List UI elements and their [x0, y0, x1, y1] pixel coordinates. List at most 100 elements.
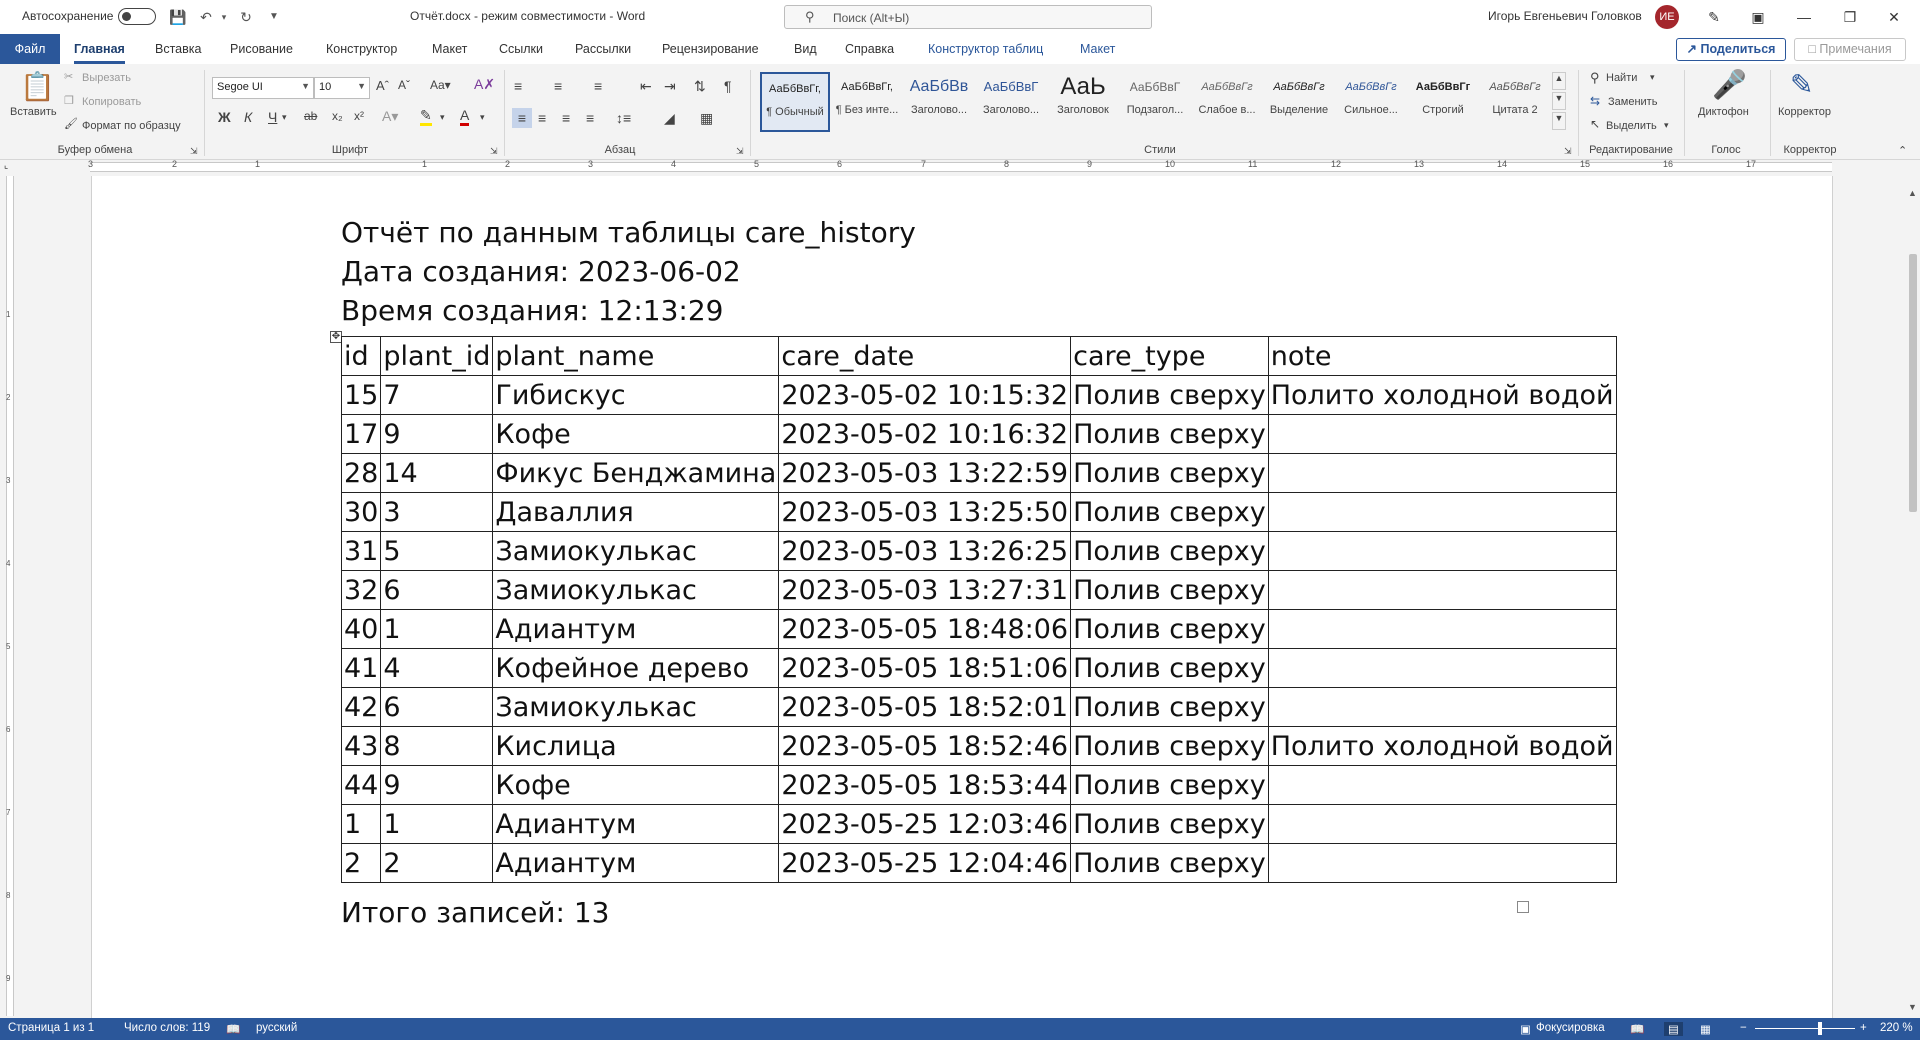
cell-plant-id[interactable]: 9 — [380, 414, 494, 454]
cell-plant-name[interactable]: Замиокулькас — [492, 570, 780, 610]
bold-button[interactable]: Ж — [218, 109, 231, 125]
cell-note[interactable] — [1267, 687, 1617, 727]
close-icon[interactable]: ✕ — [1880, 4, 1908, 30]
cell-plant-name[interactable]: Кофейное дерево — [492, 648, 780, 688]
cell-care-date[interactable]: 2023-05-02 10:15:32 — [778, 375, 1072, 415]
cell-care-type[interactable]: Полив сверху — [1070, 726, 1269, 766]
autosave-toggle[interactable] — [118, 8, 156, 25]
header-plant-id[interactable]: plant_id — [380, 336, 494, 376]
cell-plant-name[interactable]: Фикус Бенджамина — [492, 453, 780, 493]
cell-note[interactable] — [1267, 648, 1617, 688]
cell-plant-name[interactable]: Адиантум — [492, 804, 780, 844]
cell-care-type[interactable]: Полив сверху — [1070, 687, 1269, 727]
cell-plant-name[interactable]: Кислица — [492, 726, 780, 766]
cell-plant-id[interactable]: 7 — [380, 375, 494, 415]
shrink-font-icon[interactable]: Aˇ — [398, 78, 410, 92]
find-dropdown-icon[interactable]: ▾ — [1650, 72, 1655, 83]
tab-references[interactable]: Ссылки — [499, 42, 543, 56]
undo-icon[interactable]: ↶ — [196, 7, 216, 27]
report-total[interactable]: Итого записей: 13 — [341, 896, 609, 929]
tab-review[interactable]: Рецензирование — [662, 42, 759, 56]
cell-id[interactable]: 40 — [340, 609, 382, 649]
tab-home[interactable]: Главная — [74, 42, 125, 64]
cell-plant-id[interactable]: 6 — [380, 687, 494, 727]
cell-care-date[interactable]: 2023-05-02 10:16:32 — [778, 414, 1072, 454]
cell-plant-id[interactable]: 8 — [380, 726, 494, 766]
word-count[interactable]: Число слов: 119 — [124, 1022, 210, 1034]
cell-care-date[interactable]: 2023-05-03 13:22:59 — [778, 453, 1072, 493]
cell-care-date[interactable]: 2023-05-05 18:51:06 — [778, 648, 1072, 688]
text-effects-icon[interactable]: A▾ — [382, 108, 398, 125]
align-right-icon[interactable]: ≡ — [562, 110, 570, 126]
paragraph-launcher-icon[interactable]: ⇲ — [736, 146, 744, 157]
grow-font-icon[interactable]: Aˆ — [376, 78, 389, 93]
style-normal[interactable]: АаБбВвГг, ¶ Обычный — [760, 72, 830, 132]
cell-id[interactable]: 15 — [340, 375, 382, 415]
cell-note[interactable] — [1267, 531, 1617, 571]
underline-dropdown-icon[interactable]: ▾ — [282, 112, 287, 123]
share-button[interactable]: ↗ Поделиться — [1676, 38, 1786, 61]
justify-icon[interactable]: ≡ — [586, 110, 594, 126]
styles-launcher-icon[interactable]: ⇲ — [1564, 146, 1572, 157]
report-time[interactable]: Время создания: 12:13:29 — [341, 294, 723, 327]
cell-care-type[interactable]: Полив сверху — [1070, 765, 1269, 805]
report-title[interactable]: Отчёт по данным таблицы care_history — [341, 216, 916, 249]
cell-id[interactable]: 31 — [340, 531, 382, 571]
header-note[interactable]: note — [1267, 336, 1617, 376]
cell-note[interactable] — [1267, 570, 1617, 610]
restore-icon[interactable]: ❐ — [1836, 4, 1864, 30]
sort-icon[interactable]: ⇅ — [694, 78, 706, 95]
cell-care-type[interactable]: Полив сверху — [1070, 375, 1269, 415]
style-quote-2[interactable]: АаБбВвГг Цитата 2 — [1480, 72, 1550, 132]
scrollbar-thumb[interactable] — [1909, 254, 1917, 512]
avatar[interactable]: ИЕ — [1655, 5, 1679, 29]
style-intense-emphasis[interactable]: АаБбВвГг Сильное... — [1336, 72, 1406, 132]
cell-care-date[interactable]: 2023-05-03 13:26:25 — [778, 531, 1072, 571]
tab-view[interactable]: Вид — [794, 42, 817, 56]
cell-plant-id[interactable]: 2 — [380, 843, 494, 883]
cell-note[interactable]: Полито холодной водой — [1267, 726, 1617, 766]
cell-note[interactable] — [1267, 804, 1617, 844]
vertical-ruler[interactable]: 1 2 3 4 5 6 7 8 9 — [4, 176, 16, 1016]
cell-id[interactable]: 2 — [340, 843, 382, 883]
cell-plant-id[interactable]: 1 — [380, 609, 494, 649]
underline-button[interactable]: Ч — [268, 109, 277, 125]
styles-more-icon[interactable]: ▼ — [1552, 112, 1566, 130]
increase-indent-icon[interactable]: ⇥ — [664, 78, 676, 95]
cell-id[interactable]: 30 — [340, 492, 382, 532]
microphone-icon[interactable]: 🎤 — [1712, 68, 1747, 101]
cell-care-type[interactable]: Полив сверху — [1070, 531, 1269, 571]
superscript-icon[interactable]: x² — [354, 109, 364, 123]
cell-plant-name[interactable]: Кофе — [492, 765, 780, 805]
data-table[interactable]: id plant_id plant_name care_date care_ty… — [340, 336, 1617, 883]
cell-note[interactable] — [1267, 843, 1617, 883]
cell-plant-name[interactable]: Адиантум — [492, 609, 780, 649]
align-left-icon[interactable]: ≡ — [512, 108, 532, 128]
cell-note[interactable] — [1267, 414, 1617, 454]
cell-plant-id[interactable]: 4 — [380, 648, 494, 688]
cell-care-type[interactable]: Полив сверху — [1070, 843, 1269, 883]
cell-care-date[interactable]: 2023-05-25 12:03:46 — [778, 804, 1072, 844]
cell-care-type[interactable]: Полив сверху — [1070, 492, 1269, 532]
paste-label[interactable]: Вставить — [10, 106, 57, 118]
editor-pen-icon[interactable]: ✎ — [1790, 68, 1813, 101]
align-center-icon[interactable]: ≡ — [538, 110, 546, 126]
cell-care-type[interactable]: Полив сверху — [1070, 453, 1269, 493]
ribbon-display-icon[interactable]: ▣ — [1744, 4, 1772, 30]
cell-care-type[interactable]: Полив сверху — [1070, 609, 1269, 649]
cell-id[interactable]: 32 — [340, 570, 382, 610]
subscript-icon[interactable]: x₂ — [332, 109, 343, 123]
horizontal-ruler[interactable]: ⌞ 3 2 1 1 2 3 4 5 6 7 8 9 10 11 12 13 14… — [4, 159, 1838, 174]
cell-care-date[interactable]: 2023-05-03 13:27:31 — [778, 570, 1072, 610]
find-button[interactable]: Найти — [1606, 72, 1637, 84]
copy-button[interactable]: Копировать — [82, 96, 141, 108]
cell-plant-name[interactable]: Замиокулькас — [492, 531, 780, 571]
vertical-scrollbar[interactable]: ▲ ▼ — [1906, 176, 1920, 1018]
header-care-date[interactable]: care_date — [778, 336, 1072, 376]
cell-plant-name[interactable]: Адиантум — [492, 843, 780, 883]
cell-id[interactable]: 42 — [340, 687, 382, 727]
cell-note[interactable] — [1267, 492, 1617, 532]
paste-icon[interactable]: 📋 — [20, 70, 55, 103]
cell-care-type[interactable]: Полив сверху — [1070, 648, 1269, 688]
style-subtitle[interactable]: АаБбВвГ Подзагол... — [1120, 72, 1190, 132]
